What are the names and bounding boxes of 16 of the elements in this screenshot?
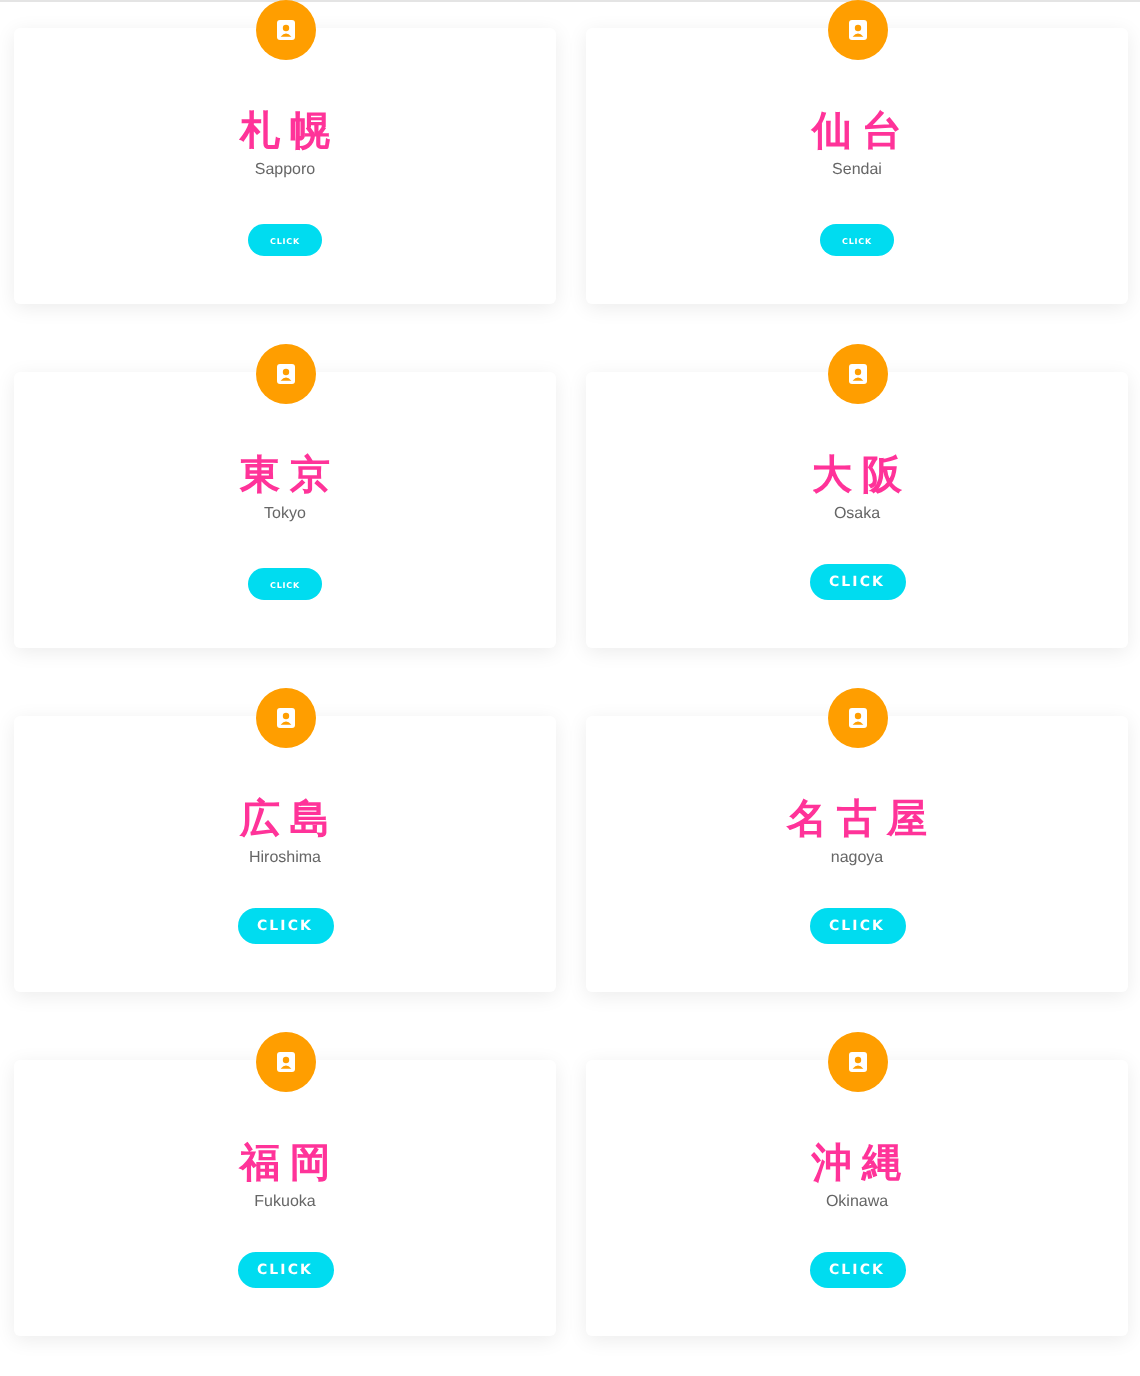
city-subtitle: Sendai [832, 160, 882, 180]
city-subtitle: nagoya [830, 848, 884, 868]
city-subtitle: Tokyo [264, 504, 306, 524]
city-title: 沖縄 [809, 1138, 912, 1186]
city-subtitle: Okinawa [825, 1192, 889, 1212]
city-title: 福岡 [236, 1138, 340, 1186]
city-subtitle: Fukuoka [254, 1192, 316, 1212]
city-title: 札幌 [237, 106, 340, 154]
city-subtitle: Sapporo [254, 160, 316, 180]
city-title: 東京 [237, 450, 340, 498]
city-subtitle: Hiroshima [248, 848, 321, 868]
city-title: 名古屋 [784, 794, 937, 842]
city-title: 大阪 [810, 450, 912, 498]
city-title: 広島 [237, 794, 340, 842]
city-title: 仙台 [809, 106, 912, 154]
city-subtitle: Osaka [833, 504, 881, 524]
